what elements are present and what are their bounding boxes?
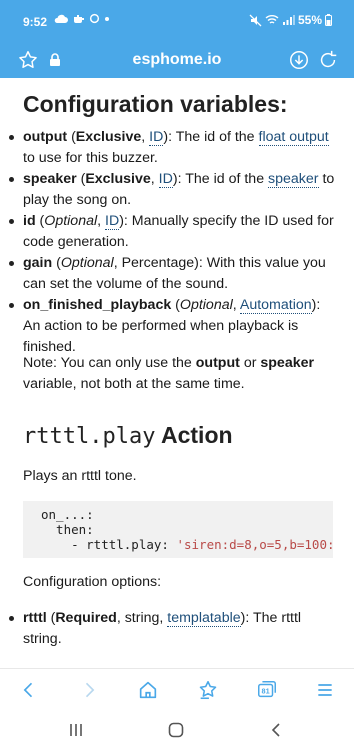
battery-percent: 55% bbox=[297, 13, 322, 27]
tabs-count: 81 bbox=[262, 687, 270, 696]
recents-icon[interactable] bbox=[64, 718, 88, 742]
teapot-icon bbox=[74, 15, 84, 23]
var-name: on_finished_playback bbox=[23, 297, 172, 313]
list-item: id (Optional, ID): Manually specify the … bbox=[9, 211, 335, 253]
id-link[interactable]: ID bbox=[158, 171, 173, 188]
menu-icon[interactable] bbox=[313, 678, 337, 702]
templatable-link[interactable]: templatable bbox=[167, 610, 241, 627]
code-line-1: on_...: bbox=[41, 507, 94, 522]
status-time: 9:52 bbox=[23, 15, 48, 29]
list-item: output (Exclusive, ID): The id of the fl… bbox=[9, 127, 335, 169]
automation-link[interactable]: Automation bbox=[239, 297, 312, 314]
var-name: id bbox=[23, 213, 36, 229]
sync-icon bbox=[89, 13, 100, 24]
code-string: 'siren:d=8,o=5,b=100:d bbox=[176, 537, 333, 552]
requirement: Exclusive bbox=[75, 129, 142, 145]
browser-url-bar[interactable]: esphome.io bbox=[0, 44, 354, 78]
page-content: Configuration variables: output (Exclusi… bbox=[0, 78, 354, 668]
id-link[interactable]: ID bbox=[105, 213, 120, 230]
dot-icon bbox=[105, 16, 109, 21]
code-line-3: - rtttl.play: bbox=[41, 537, 177, 552]
notification-icons bbox=[54, 13, 110, 24]
system-back-icon[interactable] bbox=[264, 718, 288, 742]
requirement: Optional bbox=[60, 255, 114, 271]
float-output-link[interactable]: float output bbox=[258, 129, 329, 146]
bookmark-star-icon[interactable] bbox=[196, 678, 220, 702]
config-variables-list: output (Exclusive, ID): The id of the fl… bbox=[9, 127, 335, 358]
config-options-heading: Configuration options: bbox=[23, 574, 162, 590]
download-icon[interactable] bbox=[288, 49, 310, 76]
wifi-icon bbox=[265, 15, 279, 24]
code-block[interactable]: on_...: then: - rtttl.play: 'siren:d=8,o… bbox=[23, 501, 333, 558]
list-item: on_finished_playback (Optional, Automati… bbox=[9, 295, 335, 358]
code-line-2: then: bbox=[41, 522, 94, 537]
back-icon[interactable] bbox=[17, 678, 41, 702]
status-bar: 9:52 55% bbox=[0, 0, 354, 44]
id-link[interactable]: ID bbox=[149, 129, 164, 146]
system-navigation-bar bbox=[0, 710, 354, 750]
list-item: rtttl (Required, string, templatable): T… bbox=[9, 608, 335, 650]
cloud-icon bbox=[54, 14, 68, 23]
plays-text: Plays an rtttl tone. bbox=[23, 468, 137, 484]
var-name: speaker bbox=[23, 171, 77, 187]
reload-icon[interactable] bbox=[317, 49, 339, 76]
browser-toolbar: 81 bbox=[0, 668, 354, 710]
option-name: rtttl bbox=[23, 610, 47, 626]
action-heading: rtttl.play Action bbox=[23, 422, 233, 449]
forward-icon[interactable] bbox=[77, 678, 101, 702]
config-variables-heading: Configuration variables: bbox=[23, 91, 288, 117]
signal-icon bbox=[282, 15, 295, 25]
note-paragraph: Note: You can only use the output or spe… bbox=[23, 355, 315, 392]
action-heading-code: rtttl.play bbox=[23, 424, 156, 449]
list-item: gain (Optional, Percentage): With this v… bbox=[9, 253, 335, 295]
var-name: gain bbox=[23, 255, 53, 271]
list-item: speaker (Exclusive, ID): The id of the s… bbox=[9, 169, 335, 211]
battery-icon bbox=[325, 14, 332, 26]
home-button-icon[interactable] bbox=[164, 718, 188, 742]
requirement: Optional bbox=[44, 213, 98, 229]
var-name: output bbox=[23, 129, 68, 145]
home-icon[interactable] bbox=[136, 678, 160, 702]
requirement: Exclusive bbox=[85, 171, 151, 187]
requirement: Required bbox=[55, 610, 117, 626]
system-icons: 55% bbox=[249, 13, 332, 27]
requirement: Optional bbox=[179, 297, 233, 313]
config-options-list: rtttl (Required, string, templatable): T… bbox=[9, 608, 335, 650]
action-heading-word: Action bbox=[155, 422, 233, 448]
speaker-link[interactable]: speaker bbox=[268, 171, 319, 188]
mute-icon bbox=[249, 14, 262, 26]
tabs-icon[interactable]: 81 bbox=[255, 678, 279, 702]
